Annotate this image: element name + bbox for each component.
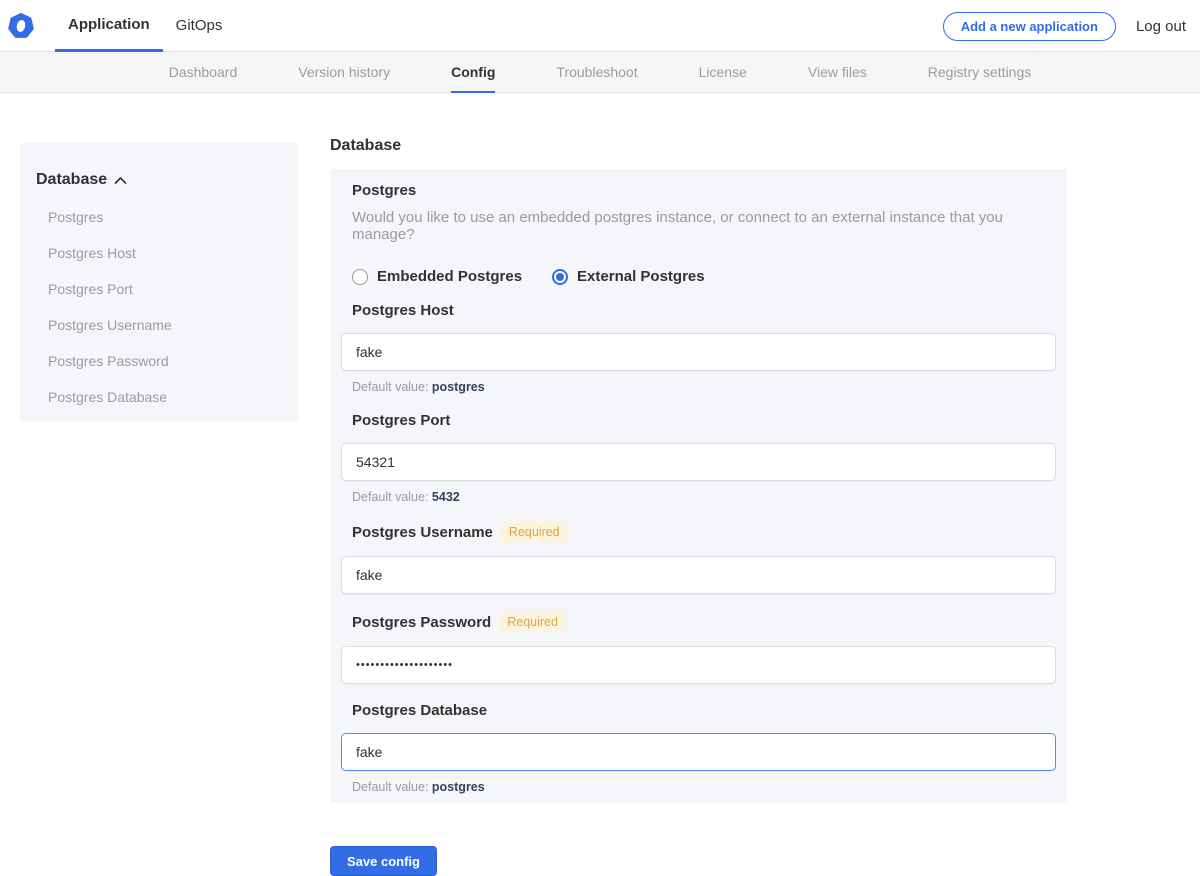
header-right: Add a new application Log out [943, 0, 1186, 52]
radio-external-label: External Postgres [577, 268, 705, 285]
logout-link[interactable]: Log out [1136, 18, 1186, 35]
postgres-database-label: Postgres Database [352, 702, 487, 719]
subnav-registry-settings[interactable]: Registry settings [928, 52, 1031, 93]
header-tabs: Application GitOps [55, 0, 235, 52]
radio-selected-icon [552, 269, 568, 285]
config-group-card: Postgres Would you like to use an embedd… [330, 169, 1067, 803]
field-postgres-host: Postgres Host Default value: postgres [341, 302, 1056, 394]
field-postgres-database: Postgres Database Default value: postgre… [341, 702, 1056, 794]
postgres-password-label: Postgres Password [352, 614, 491, 631]
radio-embedded-label: Embedded Postgres [377, 268, 522, 285]
subnav-config[interactable]: Config [451, 52, 495, 93]
postgres-port-default-hint: Default value: 5432 [341, 490, 1056, 504]
subnav-dashboard[interactable]: Dashboard [169, 52, 238, 93]
postgres-host-input[interactable] [341, 333, 1056, 371]
radio-external-postgres[interactable]: External Postgres [552, 268, 705, 285]
sidebar-item-postgres-username[interactable]: Postgres Username [48, 317, 282, 333]
subnav-view-files[interactable]: View files [808, 52, 867, 93]
default-label: Default value: [352, 380, 428, 394]
sidebar-item-postgres-host[interactable]: Postgres Host [48, 245, 282, 261]
required-badge: Required [499, 612, 566, 632]
tab-application[interactable]: Application [55, 0, 163, 52]
required-badge: Required [501, 522, 568, 542]
tab-gitops[interactable]: GitOps [163, 0, 236, 52]
sidebar-item-postgres-database[interactable]: Postgres Database [48, 389, 282, 405]
sidebar-group-label: Database [36, 171, 107, 189]
postgres-port-label: Postgres Port [352, 412, 450, 429]
top-header: Application GitOps Add a new application… [0, 0, 1200, 52]
postgres-group-label: Postgres [341, 182, 1056, 199]
radio-embedded-postgres[interactable]: Embedded Postgres [352, 268, 522, 285]
postgres-password-input[interactable] [341, 646, 1056, 684]
postgres-username-label: Postgres Username [352, 524, 493, 541]
postgres-radio-group: Embedded Postgres External Postgres [341, 268, 1056, 285]
app-subnav: Dashboard Version history Config Trouble… [0, 52, 1200, 93]
chevron-up-icon [114, 176, 127, 185]
field-postgres-password: Postgres Password Required [341, 612, 1056, 684]
postgres-username-input[interactable] [341, 556, 1056, 594]
sidebar-item-postgres[interactable]: Postgres [48, 209, 282, 225]
config-main: Database Postgres Would you like to use … [330, 137, 1067, 876]
default-label: Default value: [352, 780, 428, 794]
sidebar-item-postgres-password[interactable]: Postgres Password [48, 353, 282, 369]
default-value: 5432 [432, 490, 460, 504]
app-logo-icon [8, 13, 34, 39]
default-value: postgres [432, 380, 485, 394]
default-label: Default value: [352, 490, 428, 504]
postgres-database-default-hint: Default value: postgres [341, 780, 1056, 794]
postgres-host-default-hint: Default value: postgres [341, 380, 1056, 394]
postgres-host-label: Postgres Host [352, 302, 454, 319]
field-postgres-port: Postgres Port Default value: 5432 [341, 412, 1056, 504]
sidebar-group-database[interactable]: Database [36, 171, 282, 189]
default-value: postgres [432, 780, 485, 794]
postgres-database-input[interactable] [341, 733, 1056, 771]
sidebar-item-postgres-port[interactable]: Postgres Port [48, 281, 282, 297]
postgres-port-input[interactable] [341, 443, 1056, 481]
subnav-license[interactable]: License [699, 52, 747, 93]
config-layout: Database Postgres Postgres Host Postgres… [0, 93, 1200, 873]
page-title: Database [330, 137, 1067, 155]
subnav-troubleshoot[interactable]: Troubleshoot [556, 52, 637, 93]
radio-unselected-icon [352, 269, 368, 285]
add-application-button[interactable]: Add a new application [943, 12, 1116, 41]
field-postgres-username: Postgres Username Required [341, 522, 1056, 594]
subnav-version-history[interactable]: Version history [298, 52, 390, 93]
config-sidebar: Database Postgres Postgres Host Postgres… [20, 143, 298, 421]
sidebar-items: Postgres Postgres Host Postgres Port Pos… [36, 209, 282, 405]
postgres-group-help: Would you like to use an embedded postgr… [341, 209, 1056, 243]
save-config-button[interactable]: Save config [330, 846, 437, 876]
